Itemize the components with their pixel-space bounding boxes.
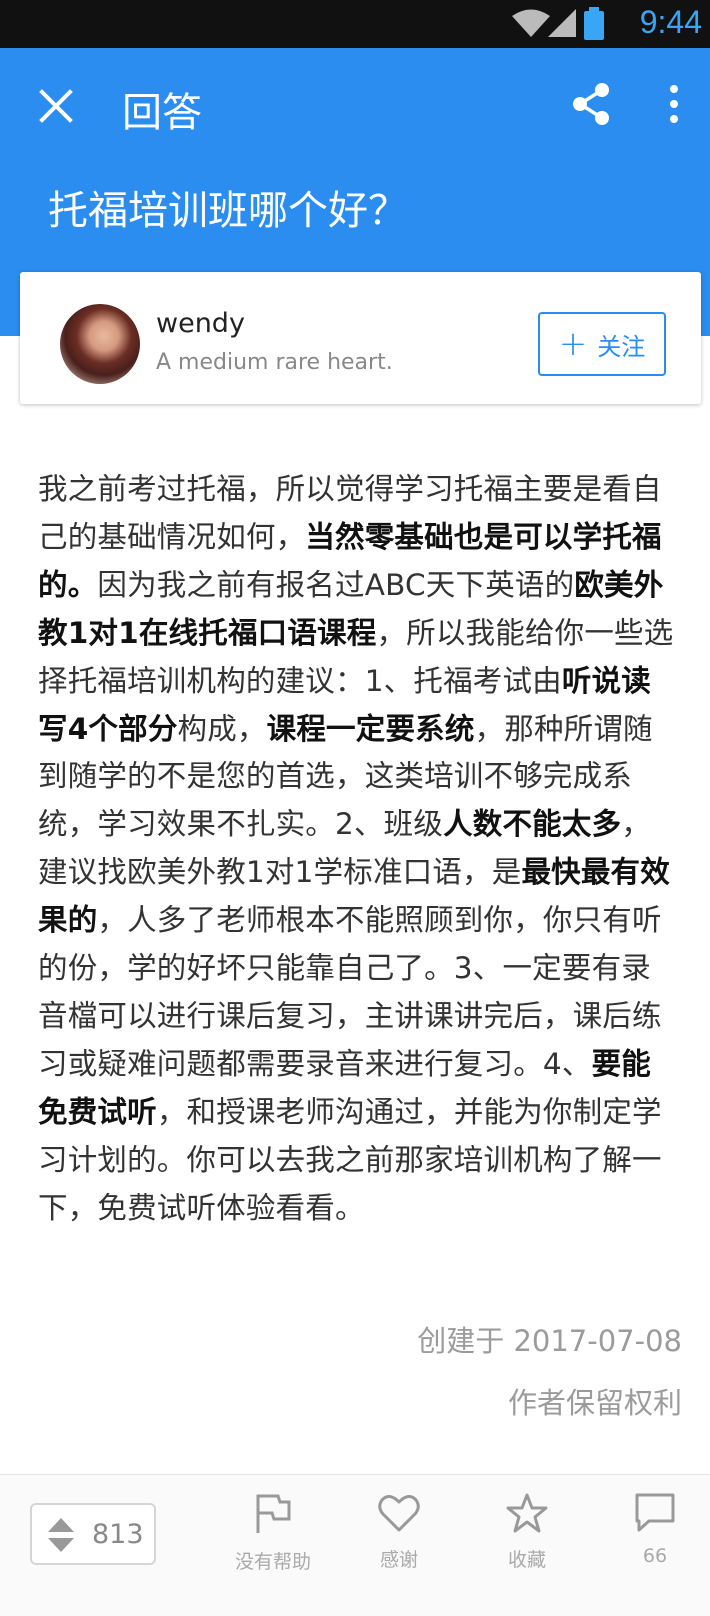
avatar[interactable] [60,304,140,384]
author-card: wendy A medium rare heart. + 关注 [20,272,701,404]
page-title: 回答 [122,90,202,136]
flag-icon [256,1494,291,1533]
not-helpful-button[interactable]: 没有帮助 [218,1493,328,1574]
question-title: 托福培训班哪个好？ [48,188,408,234]
vote-button[interactable]: 813 [30,1503,156,1565]
answer-text: ，人多了老师根本不能照顾到你，你只有听的份，学的好坏只能靠自己了。3、一定要有录… [38,903,662,1081]
action-label: 感谢 [379,1549,418,1571]
signal-icon [548,9,576,37]
vote-count: 813 [92,1519,144,1550]
bottom-action-bar: 813 没有帮助 感谢 收藏 66 [0,1474,710,1616]
close-icon[interactable] [38,88,74,124]
author-bio: A medium rare heart. [156,350,393,375]
answer-highlight: 人数不能太多 [443,807,622,842]
comment-count: 66 [642,1545,668,1567]
answer-text: 构成， [177,711,267,746]
clock: 9:44 [639,4,702,40]
vote-arrows-icon [48,1518,74,1552]
answer-body: 我之前考过托福，所以觉得学习托福主要是看自己的基础情况如何，当然零基础也是可以学… [38,466,678,1233]
follow-label: 关注 [597,332,646,361]
plus-icon: + [558,324,588,364]
more-vert-icon[interactable] [664,84,684,124]
action-label: 没有帮助 [234,1551,311,1573]
created-date: 创建于 2017-07-08 [417,1324,682,1358]
comments-button[interactable]: 66 [600,1493,710,1567]
thanks-button[interactable]: 感谢 [344,1493,454,1572]
share-icon[interactable] [570,82,612,126]
answer-text: 因为我之前有报名过ABC天下英语的 [97,567,575,602]
rights-notice: 作者保留权利 [507,1386,682,1420]
answer-highlight: 课程一定要系统 [266,711,475,746]
action-label: 收藏 [507,1549,546,1571]
status-bar: 9:44 [0,0,710,48]
favorite-button[interactable]: 收藏 [472,1493,582,1572]
comment-icon [635,1493,675,1532]
follow-button[interactable]: + 关注 [538,312,666,376]
author-name[interactable]: wendy [156,308,245,339]
battery-icon [584,7,604,40]
heart-icon [378,1495,420,1532]
star-icon [506,1493,548,1533]
